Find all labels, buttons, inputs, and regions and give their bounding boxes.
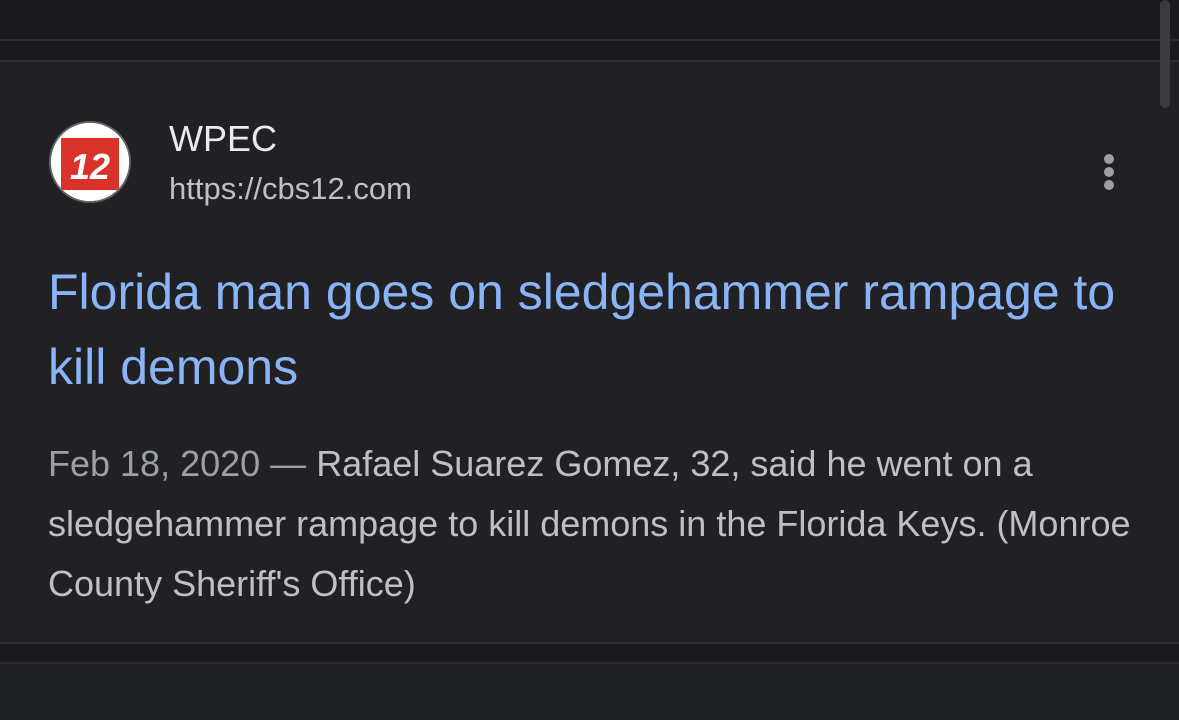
more-vert-icon [1104,154,1114,164]
result-date: Feb 18, 2020 [48,443,261,484]
result-title-link[interactable]: Florida man goes on sledgehammer rampage… [48,255,1128,405]
cbs12-logo-icon[interactable]: 12 [49,121,131,203]
cbs12-logo-graphic: 12 [51,123,129,201]
scrollbar-thumb[interactable] [1160,0,1170,108]
more-vert-icon-dot [1104,180,1114,190]
previous-result-area [0,0,1179,60]
site-url[interactable]: https://cbs12.com [169,170,412,208]
more-vert-icon-dot [1104,167,1114,177]
next-result-card [0,664,1179,720]
more-options-button[interactable] [1088,148,1130,196]
favicon-text: 12 [70,146,110,187]
date-separator: — [260,443,317,484]
divider-top [0,39,1179,41]
site-name[interactable]: WPEC [169,117,277,161]
result-snippet: Feb 18, 2020 — Rafael Suarez Gomez, 32, … [48,434,1148,614]
